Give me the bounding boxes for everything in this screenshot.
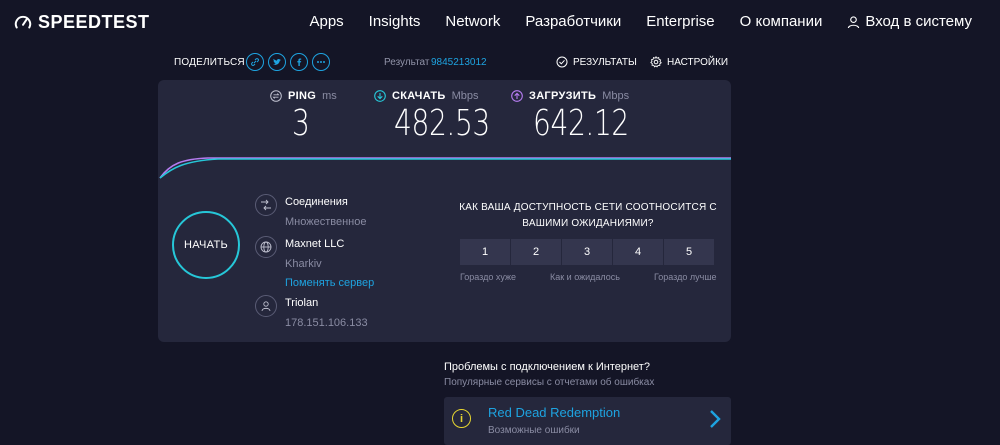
share-row: ПОДЕЛИТЬСЯ Результат 9845213012 РЕЗУЛЬТА… <box>172 52 732 74</box>
nav-apps[interactable]: Apps <box>309 13 343 30</box>
issue-card[interactable]: i Red Dead Redemption Возможные ошибки <box>444 397 731 445</box>
connections-icon <box>255 194 277 216</box>
download-unit: Mbps <box>451 90 479 102</box>
issue-description: Возможные ошибки <box>488 425 580 436</box>
provider-name: Triolan <box>285 297 319 309</box>
server-name: Maxnet LLC <box>285 238 345 250</box>
share-icons <box>246 53 330 71</box>
start-button[interactable]: НАЧАТЬ <box>172 211 240 279</box>
download-graph-line <box>159 158 731 179</box>
survey-option-4[interactable]: 4 <box>613 239 663 265</box>
issues-title: Проблемы с подключением к Интернет? <box>444 361 650 373</box>
survey-option-3[interactable]: 3 <box>562 239 612 265</box>
ping-unit: ms <box>322 90 337 102</box>
metric-upload: ЗАГРУЗИТЬ Mbps 642.12 <box>511 90 656 144</box>
results-label: РЕЗУЛЬТАТЫ <box>573 56 637 68</box>
survey-question: КАК ВАША ДОСТУПНОСТЬ СЕТИ СООТНОСИТСЯ С … <box>459 202 717 229</box>
logo-text: SPEEDTEST <box>38 12 150 32</box>
user-icon <box>848 15 860 28</box>
result-label: Результат <box>384 57 430 68</box>
globe-icon <box>255 236 277 258</box>
ping-value: 3 <box>292 103 310 144</box>
speedometer-icon <box>14 15 32 28</box>
gear-icon <box>650 56 662 68</box>
survey-options: 1 2 3 4 5 <box>460 239 714 265</box>
results-link[interactable]: РЕЗУЛЬТАТЫ <box>556 56 637 68</box>
upload-label: ЗАГРУЗИТЬ <box>529 90 597 102</box>
download-arrow-icon <box>374 90 386 102</box>
issue-service-name: Red Dead Redemption <box>488 405 621 420</box>
share-facebook-button[interactable] <box>290 53 308 71</box>
speedtest-logo[interactable]: SPEEDTEST <box>14 12 150 33</box>
ping-icon <box>270 90 282 102</box>
survey-option-1[interactable]: 1 <box>460 239 510 265</box>
upload-header: ЗАГРУЗИТЬ Mbps <box>511 90 656 102</box>
survey-label-low: Гораздо хуже <box>460 272 516 282</box>
person-icon <box>255 295 277 317</box>
survey-option-5[interactable]: 5 <box>664 239 714 265</box>
settings-label: НАСТРОЙКИ <box>667 56 729 68</box>
chevron-right-icon <box>710 410 721 428</box>
ping-header: PING ms <box>270 90 337 102</box>
header: SPEEDTEST Apps Insights Network Разработ… <box>0 0 1000 44</box>
result-id-link[interactable]: 9845213012 <box>431 57 487 68</box>
facebook-icon <box>297 58 302 66</box>
change-server-link[interactable]: Поменять сервер <box>285 277 374 289</box>
nav-insights[interactable]: Insights <box>369 13 421 30</box>
upload-value: 642.12 <box>533 103 629 144</box>
speedtest-panel: PING ms 3 СКАЧАТЬ Mbps 482.53 ЗАГРУЗИТЬ … <box>158 80 731 342</box>
ping-label: PING <box>288 90 317 102</box>
metric-download: СКАЧАТЬ Mbps 482.53 <box>374 90 517 144</box>
share-twitter-button[interactable] <box>268 53 286 71</box>
connections-title: Соединения <box>285 196 348 208</box>
survey-label-high: Гораздо лучше <box>654 272 717 282</box>
survey-option-2[interactable]: 2 <box>511 239 561 265</box>
settings-link[interactable]: НАСТРОЙКИ <box>650 56 728 68</box>
nav-developers[interactable]: Разработчики <box>525 13 621 30</box>
download-label: СКАЧАТЬ <box>392 90 446 102</box>
nav-enterprise[interactable]: Enterprise <box>646 13 714 30</box>
check-circle-icon <box>556 56 568 68</box>
provider-ip: 178.151.106.133 <box>285 317 368 329</box>
main-nav: Apps Insights Network Разработчики Enter… <box>284 13 972 30</box>
nav-about[interactable]: О компании <box>740 13 823 30</box>
issues-subtitle: Популярные сервисы с отчетами об ошибках <box>444 377 655 388</box>
share-more-button[interactable] <box>312 53 330 71</box>
upload-arrow-icon <box>511 90 523 102</box>
info-icon: i <box>452 409 471 428</box>
survey-label-mid: Как и ожидалось <box>550 272 620 282</box>
share-label: ПОДЕЛИТЬСЯ <box>174 57 245 68</box>
download-header: СКАЧАТЬ Mbps <box>374 90 517 102</box>
twitter-icon <box>273 58 281 65</box>
nav-network[interactable]: Network <box>445 13 500 30</box>
more-dots-icon <box>317 61 325 63</box>
share-link-button[interactable] <box>246 53 264 71</box>
login-link[interactable]: Вход в систему <box>847 13 972 30</box>
login-label: Вход в систему <box>865 13 972 30</box>
speed-graph <box>159 157 731 179</box>
metric-ping: PING ms 3 <box>270 90 337 144</box>
server-city: Kharkiv <box>285 258 322 270</box>
upload-unit: Mbps <box>602 90 630 102</box>
link-icon <box>251 58 259 66</box>
download-value: 482.53 <box>394 103 490 144</box>
upload-graph-line <box>159 157 731 179</box>
connections-value: Множественное <box>285 216 367 228</box>
